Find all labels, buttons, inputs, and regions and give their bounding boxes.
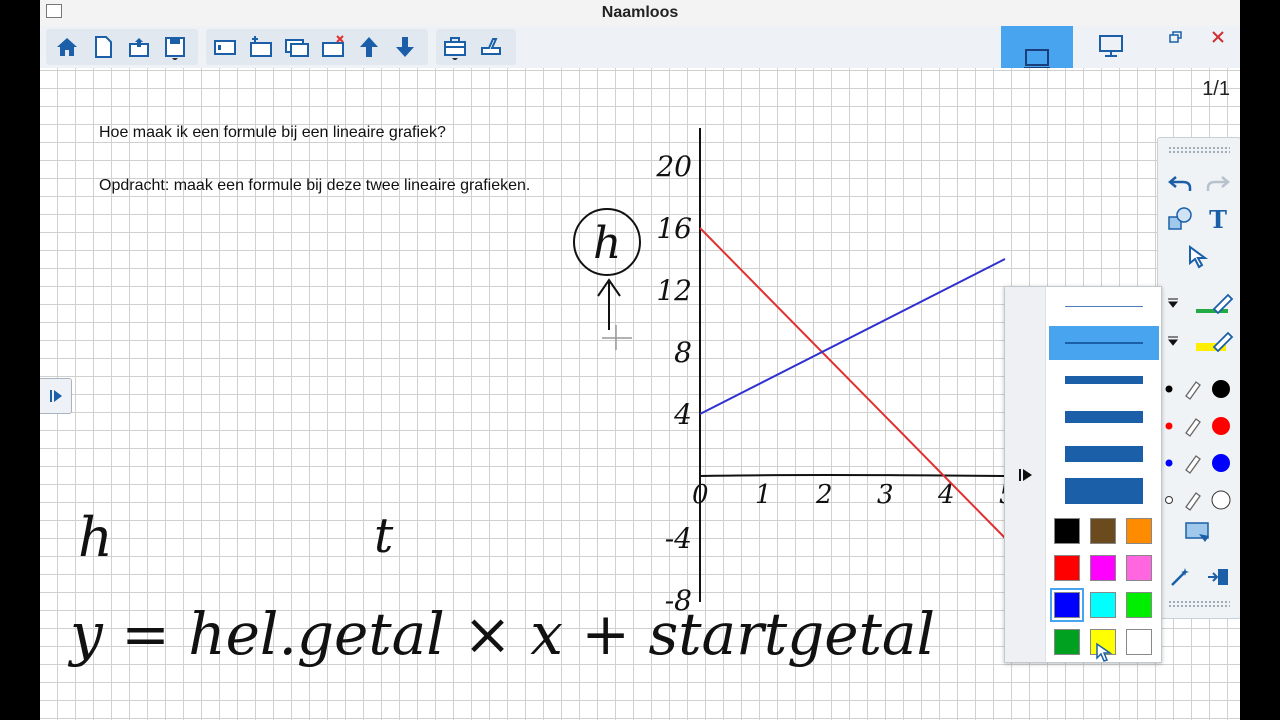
pen-preset-row[interactable] [1164,485,1234,515]
color-swatch[interactable] [1054,518,1080,544]
redo-icon[interactable] [1200,166,1236,200]
pen-dot-small [1165,422,1173,430]
series-line-1 [699,258,1006,415]
y-tick-label: -4 [665,522,692,555]
x-tick-label: 3 [877,480,894,510]
pen-dot-small [1165,496,1173,504]
thickness-bar [1065,376,1143,384]
pen-preset-row[interactable] [1164,374,1234,404]
color-swatch[interactable] [1054,629,1080,655]
graph-axes [699,128,1005,602]
color-swatch[interactable] [1050,588,1084,622]
pen-preset-row[interactable] [1164,411,1234,441]
x-tick-label: 0 [692,480,709,510]
tools-panel: T [1157,137,1240,619]
thickness-option[interactable] [1049,474,1159,508]
series-line-0 [699,227,1006,539]
shapes-icon[interactable] [1162,202,1198,236]
thickness-bar [1065,342,1143,344]
color-swatch[interactable] [1090,555,1116,581]
pen-dot-large [1212,417,1230,435]
thickness-option[interactable] [1049,363,1159,397]
plus-cursor [602,325,632,350]
x-tick-label: 1 [755,480,772,510]
mouse-cursor-icon [1096,642,1113,662]
thickness-option[interactable] [1049,326,1159,360]
y-tick-label: 20 [655,150,692,183]
x-tick-label: 2 [815,480,833,510]
magic-wand-icon[interactable] [1162,560,1198,594]
thickness-bar [1065,305,1143,307]
app-window: Naamloos 1/1 Hoe maak ik een formule bij… [40,0,1240,720]
pen-dot-large [1212,380,1230,398]
highlighter-tool-icon[interactable] [1192,324,1236,358]
pen-preset-icon [1185,455,1201,474]
y-tick-label: 16 [656,212,692,245]
y-tick-label: 4 [673,398,692,431]
thickness-bar [1065,478,1143,504]
pen-dropdown-icon[interactable] [1158,286,1188,320]
color-swatch[interactable] [1126,555,1152,581]
screen-capture-icon[interactable] [1180,516,1216,550]
thickness-option[interactable] [1049,437,1159,471]
highlighter-dropdown-icon[interactable] [1158,324,1188,358]
color-swatch[interactable] [1126,592,1152,618]
color-swatch[interactable] [1054,555,1080,581]
pen-dot-small [1165,459,1173,467]
text-tool-icon[interactable]: T [1200,202,1236,236]
pen-dot-large [1212,454,1230,472]
handwritten-h-circled: h [593,218,621,269]
up-arrow [597,278,621,330]
handwritten-t: t [374,508,394,564]
pen-preset-icon [1185,381,1201,400]
side-panel-toggle[interactable] [40,378,72,414]
thickness-option[interactable] [1049,289,1159,323]
color-swatch[interactable] [1126,518,1152,544]
x-axis [699,474,1005,477]
pen-preset-icon [1185,492,1201,511]
undo-icon[interactable] [1162,166,1198,200]
thickness-bar [1065,446,1143,462]
pen-settings-popup [1004,286,1162,663]
pen-preset-row[interactable] [1164,448,1234,478]
pen-dot-small [1165,385,1173,393]
panel-grip-top[interactable] [1168,146,1230,154]
handwritten-h: h [78,506,113,569]
color-swatch[interactable] [1090,592,1116,618]
thickness-bar [1065,411,1143,423]
color-swatch[interactable] [1090,518,1116,544]
y-tick-label: 12 [656,274,692,307]
panel-grip-bottom[interactable] [1168,600,1230,608]
y-tick-label: 8 [674,336,692,369]
select-pointer-icon[interactable] [1180,240,1216,274]
insert-icon[interactable] [1200,560,1236,594]
popup-collapse-icon[interactable] [1017,466,1035,484]
pen-dot-large [1211,490,1231,510]
color-swatch[interactable] [1126,629,1152,655]
popup-side-strip [1005,287,1046,662]
handwritten-formula: y = hel.getal × x + startgetal [67,600,935,668]
thickness-option[interactable] [1049,400,1159,434]
pen-tool-icon[interactable] [1192,286,1236,320]
pen-preset-icon [1185,418,1201,437]
